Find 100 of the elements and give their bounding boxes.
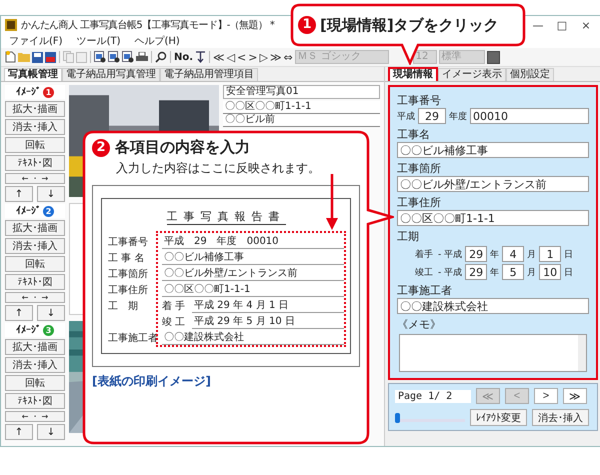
slider-thumb[interactable]: [395, 413, 400, 423]
image-label: ｲﾒｰｼﾞ 3: [5, 323, 65, 337]
field-label: 工期: [397, 230, 420, 244]
save-icon[interactable]: [32, 52, 43, 62]
year-field[interactable]: 29: [465, 246, 488, 262]
year-field[interactable]: 29: [465, 264, 488, 280]
navigation-button[interactable]: ▷: [259, 50, 268, 64]
input-field[interactable]: 〇〇建設株式会社: [397, 298, 589, 314]
image-button[interactable]: 回転: [5, 375, 65, 391]
app-icon: [5, 19, 17, 31]
field-label: 工事箇所: [397, 162, 442, 176]
input-field[interactable]: 〇〇区〇〇町1-1-1: [397, 210, 589, 226]
image-button[interactable]: 回転: [5, 256, 65, 272]
search-icon[interactable]: [155, 51, 167, 63]
sort-icon[interactable]: [195, 51, 206, 63]
move-button[interactable]: ← ・ →: [5, 411, 65, 422]
menu-item[interactable]: ツール(T): [76, 34, 120, 48]
window-title: かんたん商人 工事写真台帳5【工事写真モード】-（無題） *: [21, 18, 274, 32]
field-label: 工事施工者: [397, 284, 453, 298]
tab[interactable]: 現場情報: [388, 67, 438, 81]
tab[interactable]: 写真帳管理: [4, 68, 62, 81]
tab[interactable]: イメージ表示: [438, 68, 506, 81]
image-button[interactable]: 拡大･描画: [5, 339, 65, 355]
image-button[interactable]: 消去･挿入: [5, 238, 65, 254]
arrow-button[interactable]: ↓: [37, 186, 65, 202]
field-label: 竣工: [414, 266, 433, 278]
image-button[interactable]: ﾃｷｽﾄ･図: [5, 393, 65, 409]
menu-item[interactable]: ヘルプ(H): [134, 34, 180, 48]
move-button[interactable]: ← ・ →: [5, 173, 65, 184]
document-label: 工事住所: [108, 284, 149, 297]
image-icon[interactable]: [94, 51, 106, 63]
number-button[interactable]: No.: [174, 52, 194, 62]
text-field[interactable]: 〇〇ビル前: [223, 114, 380, 127]
number-badge: 1: [43, 86, 54, 98]
action-button[interactable]: ﾚｲｱｳﾄ変更: [470, 409, 527, 426]
field-label: 日: [564, 266, 574, 278]
page-button[interactable]: >: [534, 388, 558, 404]
field-label: 工事名: [397, 128, 431, 142]
image-button[interactable]: 消去･挿入: [5, 119, 65, 135]
field-label: - 平成: [438, 266, 462, 278]
document-icon[interactable]: [45, 52, 56, 62]
image-button[interactable]: ﾃｷｽﾄ･図: [5, 274, 65, 290]
image-button[interactable]: ﾃｷｽﾄ･図: [5, 155, 65, 171]
image-button[interactable]: 消去･挿入: [5, 357, 65, 373]
year-field[interactable]: 29: [418, 108, 446, 124]
memo-field[interactable]: [399, 334, 587, 372]
image-icon[interactable]: [122, 51, 134, 63]
day-field[interactable]: 10: [539, 264, 562, 280]
image-button[interactable]: 拡大･描画: [5, 220, 65, 236]
document-label: 工 事 名: [108, 252, 146, 265]
document-label: 竣 工: [162, 316, 186, 329]
navigation-button[interactable]: ◁: [226, 50, 236, 64]
page-button[interactable]: ≫: [563, 388, 587, 404]
field-label: 《メモ》: [397, 318, 442, 332]
tab[interactable]: 個別設定: [506, 68, 554, 81]
document-label: 工事施工者: [108, 332, 159, 345]
image-label: ｲﾒｰｼﾞ 2: [5, 204, 65, 218]
navigation-button[interactable]: >: [248, 50, 258, 64]
image-button[interactable]: 拡大･描画: [5, 101, 65, 117]
document-label: 工事箇所: [108, 268, 149, 281]
new-document-icon[interactable]: [5, 51, 16, 63]
callout-title: 各項目の内容を入力: [115, 138, 250, 157]
number-field[interactable]: 00010: [470, 108, 589, 124]
document-label: 工事番号: [108, 236, 149, 249]
navigation-button[interactable]: ≪: [213, 50, 225, 64]
input-field[interactable]: 〇〇ビル補修工事: [397, 142, 589, 158]
tab[interactable]: 電子納品用管理項目: [160, 68, 258, 81]
arrow-button[interactable]: ↑: [5, 305, 33, 321]
image-button[interactable]: 回転: [5, 137, 65, 153]
navigation-button[interactable]: ≫: [270, 50, 282, 64]
field-label: - 平成: [438, 248, 462, 260]
arrow-button[interactable]: ↑: [5, 186, 33, 202]
menu-item[interactable]: ファイル(F): [9, 34, 63, 48]
field-label: 年: [490, 248, 500, 260]
arrow-button[interactable]: ↓: [37, 305, 65, 321]
field-label: 工事番号: [397, 94, 442, 108]
move-button[interactable]: ← ・ →: [5, 292, 65, 303]
window-control-button[interactable]: ×: [574, 18, 598, 32]
field-label: 平成: [397, 110, 415, 122]
window-control-button[interactable]: —: [526, 18, 550, 32]
document-title: 工事写真報告書: [166, 209, 286, 225]
printer-icon[interactable]: [136, 52, 148, 62]
image-icon[interactable]: [108, 51, 120, 63]
navigation-button[interactable]: ⇔: [283, 50, 293, 64]
day-field[interactable]: 1: [539, 246, 562, 262]
caption: [表紙の印刷イメージ]: [92, 373, 212, 390]
color-swatch[interactable]: [486, 50, 500, 64]
text-field[interactable]: 安全管理写真01: [223, 85, 380, 99]
arrow-button[interactable]: ↓: [37, 424, 65, 440]
window-control-button[interactable]: □: [550, 18, 574, 32]
tab[interactable]: 電子納品用写真管理: [62, 68, 160, 81]
action-button[interactable]: 消去･挿入: [532, 409, 589, 426]
field-label: 年度: [449, 110, 467, 122]
text-field[interactable]: 〇〇区〇〇町1-1-1: [223, 101, 380, 114]
navigation-button[interactable]: <: [237, 50, 246, 64]
input-field[interactable]: 〇〇ビル外壁/エントランス前: [397, 176, 589, 192]
month-field[interactable]: 4: [502, 246, 524, 262]
month-field[interactable]: 5: [502, 264, 524, 280]
number-badge: 3: [43, 324, 54, 336]
arrow-button[interactable]: ↑: [5, 424, 33, 440]
